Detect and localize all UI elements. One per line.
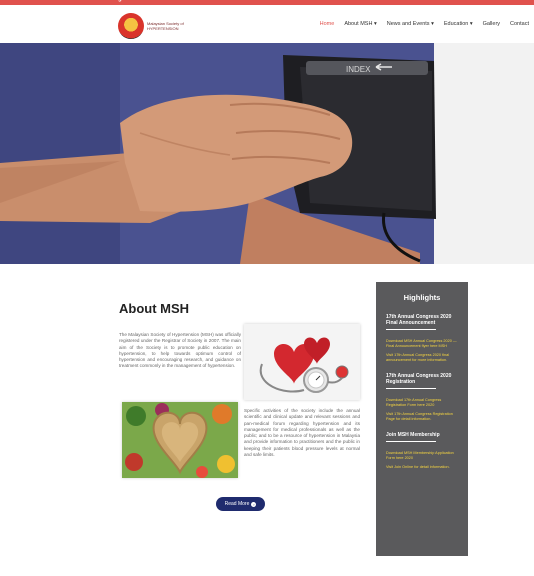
nav-item-news-events[interactable]: News and Events ▾ <box>382 21 439 27</box>
logo-emblem-icon <box>118 13 144 39</box>
about-paragraph-2: Specific activities of the society inclu… <box>244 408 360 458</box>
top-bar-text: gaeimi <box>118 0 137 2</box>
about-title: About MSH <box>119 301 190 316</box>
highlight-link-download-registration[interactable]: Download 17th Annual Congress Registrati… <box>386 398 458 408</box>
highlights-title: Highlights <box>403 293 441 302</box>
nav-item-contact[interactable]: Contact <box>505 21 534 27</box>
main-nav: Home About MSH ▾ News and Events ▾ Educa… <box>315 21 534 27</box>
nav-item-education[interactable]: Education ▾ <box>439 21 478 27</box>
arrow-right-icon: › <box>251 501 257 507</box>
highlight-link-download-final[interactable]: Download MSH Annual Congress 2020 — Fina… <box>386 339 458 349</box>
read-more-button[interactable]: Read More › <box>216 497 265 511</box>
logo-text: Malaysian Society of HYPERTENSION <box>147 21 184 31</box>
hero-banner-image: INDEX <box>0 43 534 264</box>
highlight-link-download-membership[interactable]: Download MSH Membership Application Form… <box>386 451 458 461</box>
divider <box>386 441 436 442</box>
blood-pressure-cuff-photo: INDEX <box>0 43 534 264</box>
highlight-link-join-online[interactable]: Visit Join Online for detail information… <box>386 465 458 470</box>
heart-stethoscope-photo <box>244 324 360 400</box>
highlights-sidebar: Highlights 17th Annual Congress 2020 Fin… <box>376 282 468 556</box>
highlight-heading-congress-final: 17th Annual Congress 2020 Final Announce… <box>386 314 452 326</box>
highlight-link-visit-registration[interactable]: Visit 17th Annual Congress Registration … <box>386 412 458 422</box>
about-paragraph-1: The Malaysian Society of Hypertension (M… <box>119 332 241 369</box>
vegetable-heart-image <box>122 402 238 478</box>
divider <box>386 388 436 389</box>
highlight-link-visit-final[interactable]: Visit 17th Annual Congress 2020 final an… <box>386 353 458 363</box>
cuff-index-label: INDEX <box>346 65 371 74</box>
nav-item-home[interactable]: Home <box>315 21 340 27</box>
highlight-heading-registration: 17th Annual Congress 2020 Registration <box>386 373 452 385</box>
nav-item-about[interactable]: About MSH ▾ <box>339 21 381 27</box>
divider <box>386 329 436 330</box>
site-logo[interactable]: Malaysian Society of HYPERTENSION <box>118 13 184 39</box>
read-more-label: Read More <box>224 501 250 507</box>
vegetable-heart-photo <box>122 402 238 478</box>
nav-item-gallery[interactable]: Gallery <box>478 21 505 27</box>
yarn-heart-stethoscope-image <box>244 324 360 400</box>
site-header: Malaysian Society of HYPERTENSION Home A… <box>0 5 534 43</box>
highlight-heading-membership: Join MSH Membership <box>386 432 440 438</box>
